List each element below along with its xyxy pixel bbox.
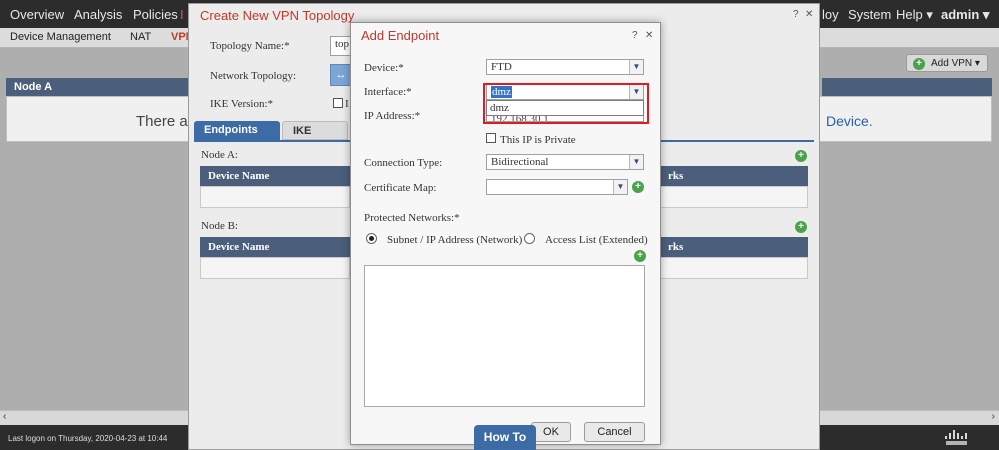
node-a-device-name-header: Device Name bbox=[200, 166, 350, 186]
ip-private-checkbox[interactable] bbox=[486, 133, 496, 143]
cisco-logo-icon bbox=[945, 430, 967, 445]
create-vpn-topology-title: Create New VPN Topology bbox=[200, 8, 355, 23]
cancel-button[interactable]: Cancel bbox=[584, 422, 645, 442]
ike-version-label: IKE Version:* bbox=[210, 98, 274, 110]
access-list-radio[interactable] bbox=[524, 233, 535, 244]
connection-type-label: Connection Type: bbox=[364, 157, 443, 169]
how-to-button[interactable]: How To bbox=[474, 425, 536, 450]
chevron-down-icon: ▼ bbox=[629, 155, 643, 169]
node-a-row-right bbox=[660, 186, 808, 208]
node-a-networks-header: rks bbox=[660, 166, 808, 186]
node-b-label: Node B: bbox=[201, 220, 238, 232]
add-node-b-icon[interactable]: + bbox=[795, 221, 807, 233]
connection-type-value: Bidirectional bbox=[491, 156, 549, 168]
add-node-a-icon[interactable]: + bbox=[795, 150, 807, 162]
add-vpn-label: Add VPN ▾ bbox=[931, 58, 980, 69]
node-a-row-left bbox=[200, 186, 350, 208]
interface-label: Interface:* bbox=[364, 86, 412, 98]
topology-name-label: Topology Name:* bbox=[210, 40, 290, 52]
certificate-map-label: Certificate Map: bbox=[364, 182, 437, 194]
node-b-row-right bbox=[660, 257, 808, 279]
empty-message-right: Device. bbox=[826, 113, 873, 129]
add-icon: + bbox=[913, 58, 925, 70]
nav-deploy[interactable]: loy bbox=[822, 7, 839, 22]
ike-v1-label: I bbox=[345, 98, 349, 110]
close-icon[interactable]: ✕ bbox=[645, 30, 653, 41]
last-logon-text: Last logon on Thursday, 2020-04-23 at 10… bbox=[8, 434, 168, 443]
empty-message-left: There ar bbox=[136, 113, 193, 130]
help-icon[interactable]: ? bbox=[632, 30, 638, 41]
node-a-label: Node A: bbox=[201, 149, 238, 161]
nav-admin[interactable]: admin ▾ bbox=[941, 7, 989, 23]
outer-close-icon[interactable]: ✕ bbox=[805, 9, 813, 20]
subnav-nat[interactable]: NAT bbox=[130, 31, 151, 43]
add-vpn-button[interactable]: + Add VPN ▾ bbox=[906, 54, 988, 72]
outer-help-icon[interactable]: ? bbox=[793, 9, 799, 20]
chevron-down-icon: ▼ bbox=[613, 180, 627, 194]
ip-private-label: This IP is Private bbox=[500, 134, 576, 146]
nav-overview[interactable]: Overview bbox=[10, 7, 64, 22]
device-select-value: FTD bbox=[491, 61, 512, 73]
tab-endpoints[interactable]: Endpoints bbox=[194, 121, 280, 140]
network-topology-label: Network Topology: bbox=[210, 70, 297, 82]
device-select[interactable]: FTD ▼ bbox=[486, 59, 644, 75]
network-topology-point-to-point[interactable]: ↔ bbox=[330, 64, 352, 86]
scroll-left-icon[interactable]: ‹ bbox=[3, 411, 6, 422]
nav-analysis[interactable]: Analysis bbox=[74, 7, 122, 22]
nav-policies[interactable]: Policies bbox=[133, 7, 178, 22]
protected-networks-list[interactable] bbox=[364, 265, 645, 407]
node-b-row-left bbox=[200, 257, 350, 279]
nav-system[interactable]: System bbox=[848, 7, 891, 22]
add-endpoint-title: Add Endpoint bbox=[361, 28, 440, 43]
node-b-device-name-header: Device Name bbox=[200, 237, 350, 257]
add-network-icon[interactable]: + bbox=[634, 250, 646, 262]
ip-address-label: IP Address:* bbox=[364, 110, 421, 122]
topology-name-input[interactable]: top bbox=[330, 36, 352, 56]
nav-devices[interactable]: I bbox=[180, 7, 184, 22]
device-label: Device:* bbox=[364, 62, 404, 74]
scroll-right-icon[interactable]: › bbox=[992, 411, 995, 422]
add-certificate-map-icon[interactable]: + bbox=[632, 181, 644, 193]
chevron-down-icon: ▼ bbox=[629, 60, 643, 74]
subnet-radio[interactable] bbox=[366, 233, 377, 244]
connection-type-select[interactable]: Bidirectional ▼ bbox=[486, 154, 644, 170]
ike-v1-checkbox[interactable] bbox=[333, 98, 343, 108]
nav-help[interactable]: Help ▾ bbox=[896, 7, 933, 23]
node-a-column-header: Node A bbox=[6, 78, 192, 96]
protected-networks-label: Protected Networks:* bbox=[364, 212, 460, 224]
subnet-radio-label: Subnet / IP Address (Network) bbox=[387, 234, 523, 246]
access-list-radio-label: Access List (Extended) bbox=[545, 234, 648, 246]
node-b-column-header bbox=[822, 78, 992, 96]
highlight-box bbox=[483, 83, 649, 124]
tab-ike[interactable]: IKE bbox=[282, 121, 348, 140]
ok-button[interactable]: OK bbox=[531, 422, 571, 442]
subnav-device-management[interactable]: Device Management bbox=[10, 31, 111, 43]
certificate-map-select[interactable]: ▼ bbox=[486, 179, 628, 195]
node-b-networks-header: rks bbox=[660, 237, 808, 257]
